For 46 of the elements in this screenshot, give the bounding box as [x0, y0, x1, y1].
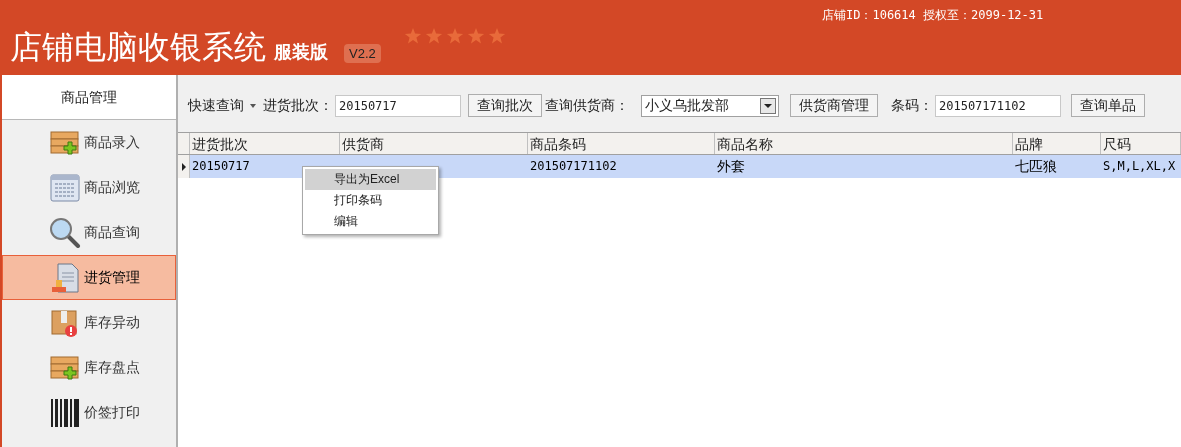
field-label: 条码：	[891, 96, 933, 115]
table-cell-text: 201507171102	[529, 158, 618, 175]
table-cell-text: 20150717	[191, 158, 251, 175]
box-alert-icon	[51, 307, 79, 338]
column-header[interactable]: 商品名称	[715, 133, 1013, 154]
field-label: 进货批次：	[263, 96, 333, 115]
sidebar-title: 商品管理	[2, 75, 176, 120]
magnifier-icon	[49, 217, 81, 248]
quick-query-menu[interactable]: 快速查询	[188, 95, 256, 116]
sidebar-item[interactable]: 价签打印	[2, 390, 176, 435]
text-field[interactable]: 20150717	[335, 94, 461, 117]
table-icon	[50, 173, 80, 202]
app-title: 店铺电脑收银系统	[10, 31, 266, 63]
menu-item[interactable]: 打印条码	[305, 190, 436, 211]
field-label: 查询供货商：	[545, 96, 629, 115]
barcode-icon	[51, 398, 79, 427]
edition-label: 服装版	[274, 43, 328, 61]
supplier-dropdown[interactable]: 小义乌批发部	[641, 94, 779, 117]
table-cell-text: S,M,L,XL,X	[1102, 158, 1177, 175]
query-button[interactable]: 查询单品	[1071, 94, 1145, 117]
sidebar-item[interactable]: 进货管理	[2, 255, 176, 300]
sidebar-item[interactable]: 商品查询	[2, 210, 176, 255]
column-header[interactable]: 尺码	[1101, 133, 1181, 154]
caret-icon	[250, 103, 256, 108]
query-button[interactable]: 查询批次	[468, 94, 542, 117]
column-header[interactable]: 商品条码	[528, 133, 715, 154]
text-field[interactable]: 201507171102	[935, 94, 1061, 117]
table-cell-text: 外套	[716, 157, 746, 176]
query-button[interactable]: 供货商管理	[790, 94, 878, 117]
sidebar-item[interactable]: 商品录入	[2, 120, 176, 165]
document-stamp-icon	[51, 262, 79, 293]
sidebar-item[interactable]: 库存异动	[2, 300, 176, 345]
crate-plus-icon	[50, 354, 80, 381]
stars-icon	[404, 27, 506, 45]
store-info: 店铺ID：106614 授权至：2099-12-31	[822, 7, 1044, 24]
menu-item[interactable]: 编辑	[305, 211, 436, 232]
menu-item[interactable]: 导出为Excel	[305, 169, 436, 190]
sidebar-item[interactable]: 库存盘点	[2, 345, 176, 390]
row-pointer-icon	[181, 162, 186, 171]
table-cell-text: 七匹狼	[1014, 157, 1058, 176]
version-label: V2.2	[344, 44, 381, 63]
column-header[interactable]: 进货批次	[190, 133, 340, 154]
sidebar-item[interactable]: 商品浏览	[2, 165, 176, 210]
column-header[interactable]: 品牌	[1013, 133, 1101, 154]
column-header[interactable]: 供货商	[340, 133, 528, 154]
crate-plus-icon	[50, 129, 80, 156]
